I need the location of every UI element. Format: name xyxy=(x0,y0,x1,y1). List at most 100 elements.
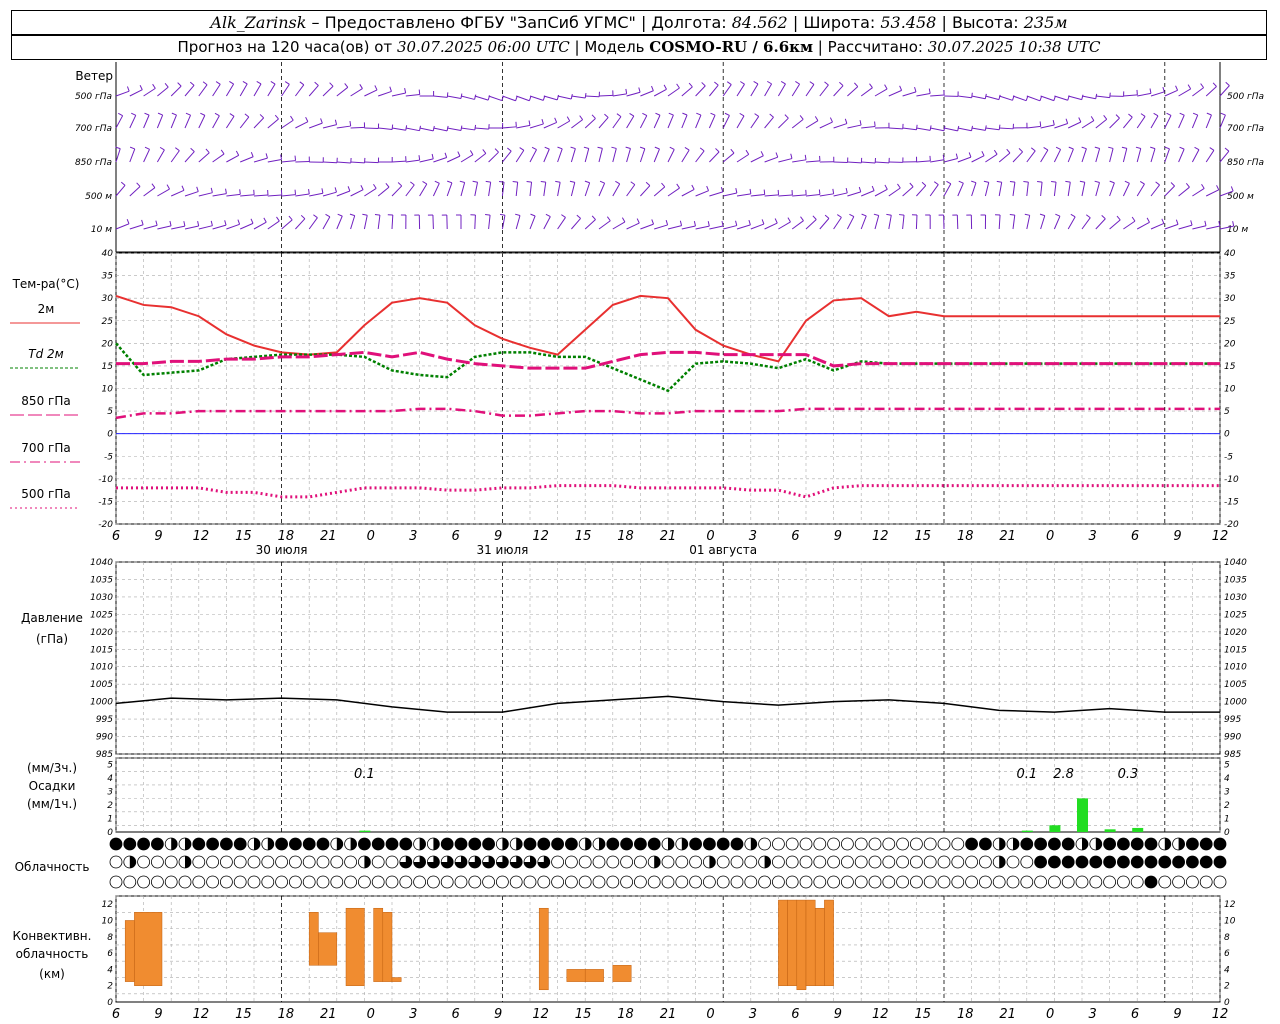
convective-bar xyxy=(778,899,788,986)
wind-barb-feather xyxy=(1124,180,1130,184)
cloud-circle-outline xyxy=(979,855,992,869)
cloud-fill xyxy=(441,838,454,850)
cloud-cover-circle xyxy=(385,875,399,889)
pressure-tick-left: 1030 xyxy=(90,593,113,603)
cloud-fill xyxy=(267,838,274,850)
cloud-fill xyxy=(468,838,481,850)
wind-barb-feather xyxy=(1065,180,1071,183)
wind-barb-feather xyxy=(337,213,343,217)
wind-barb-staff xyxy=(516,95,530,102)
wind-barb-feather xyxy=(570,146,576,150)
cloud-fill xyxy=(731,838,743,850)
cloud-cover-circle xyxy=(219,875,233,889)
wind-barb-staff xyxy=(364,187,377,197)
wind-barb-feather xyxy=(625,88,628,94)
wind-barb-staff xyxy=(1095,148,1101,163)
wind-barb-staff xyxy=(792,159,807,163)
wind-barb-feather xyxy=(239,189,241,195)
wind-barb-staff xyxy=(888,127,903,130)
wind-barb-feather xyxy=(869,83,873,88)
wind-barb-staff xyxy=(929,184,939,197)
wind-barb-feather xyxy=(1220,112,1226,116)
wind-barb-feather xyxy=(824,81,829,86)
cloud-cover-circle xyxy=(689,837,702,851)
cloud-cover-circle xyxy=(150,875,164,889)
wind-barb-feather xyxy=(693,220,696,227)
wind-barb-feather xyxy=(691,184,695,190)
temp-tick-right: 25 xyxy=(1224,317,1236,327)
cloud-circle-outline xyxy=(910,875,923,889)
cloud-circle-outline xyxy=(965,855,978,869)
wind-barb-staff xyxy=(984,182,990,197)
cloud-fill xyxy=(336,838,343,850)
wind-barb-feather xyxy=(220,149,225,155)
wind-barb-feather xyxy=(597,146,603,149)
conv-tick-right: 6 xyxy=(1224,949,1230,959)
cloud-cover-circle xyxy=(1048,875,1061,889)
cloud-cover-circle xyxy=(482,875,496,889)
cloud-circle-outline xyxy=(1020,855,1034,869)
cloud-cover-circle xyxy=(371,855,385,869)
wind-barb-staff xyxy=(681,225,696,230)
wind-barb-staff xyxy=(1136,116,1146,129)
cloud-cover-circle xyxy=(330,837,344,851)
wind-barb-staff xyxy=(1205,114,1212,129)
wind-barb-feather xyxy=(120,181,126,186)
wind-barb-staff xyxy=(212,193,227,197)
cloud-cover-circle xyxy=(634,875,647,889)
wind-barb-staff xyxy=(433,95,448,98)
precip-bar xyxy=(1132,827,1144,832)
wind-level-label-left: 500 гПа xyxy=(75,92,112,102)
cloud-cover-circle xyxy=(675,837,689,851)
cloud-cover-circle xyxy=(716,837,730,851)
cloud-cover-circle xyxy=(178,875,192,889)
cloud-circle-outline xyxy=(164,875,178,889)
wind-barb-feather xyxy=(152,83,156,89)
cloud-cover-circle xyxy=(647,855,661,869)
cloud-circle-outline xyxy=(634,855,647,869)
wind-barb-staff xyxy=(267,118,279,129)
cloud-cover-circle xyxy=(813,837,827,851)
wind-barb-staff xyxy=(819,84,829,97)
cloud-fill xyxy=(1048,838,1061,850)
wind-barb-staff xyxy=(1164,148,1170,163)
wind-barb-staff xyxy=(239,83,248,97)
wind-barb-staff xyxy=(833,217,842,230)
wind-level-label-right: 500 гПа xyxy=(1227,92,1264,102)
wind-barb-feather xyxy=(499,181,505,183)
temp-tick-right: 35 xyxy=(1224,272,1236,282)
cloud-cover-circle xyxy=(896,855,909,869)
wind-barb-feather xyxy=(334,119,338,125)
wind-barb-feather xyxy=(651,85,654,91)
cloud-cover-circle xyxy=(440,875,454,889)
cloud-cover-circle xyxy=(426,855,440,869)
wind-barb-feather xyxy=(515,213,521,217)
cloud-circle-outline xyxy=(965,875,978,889)
cloud-circle-outline xyxy=(758,875,771,889)
conv-tick-right: 10 xyxy=(1224,916,1236,926)
wind-barb-feather xyxy=(696,112,702,116)
x-tick-label: 0 xyxy=(706,1007,714,1022)
wind-barb-staff xyxy=(1081,148,1087,163)
wind-barb-staff xyxy=(640,90,654,97)
wind-barb-feather xyxy=(998,94,1001,100)
temp-legend-label: 700 гПа xyxy=(21,441,70,455)
cloud-circle-outline xyxy=(799,875,813,889)
wind-barb-feather xyxy=(958,180,964,184)
cloud-cover-circle xyxy=(937,837,951,851)
wind-barb-feather xyxy=(1039,121,1042,127)
wind-barb-feather xyxy=(699,147,705,152)
wind-barb-staff xyxy=(419,158,434,163)
cloud-circle-outline xyxy=(1172,875,1185,889)
wind-barb-staff xyxy=(626,148,631,163)
cloud-circle-outline xyxy=(385,875,399,889)
conv-title: Конвективн. xyxy=(13,929,92,943)
wind-barb-feather xyxy=(1146,217,1150,223)
conv-tick-right: 8 xyxy=(1224,933,1230,943)
wind-barb-feather xyxy=(136,182,141,187)
wind-barb-staff xyxy=(115,115,124,129)
wind-barb-feather xyxy=(663,84,667,90)
date-label: 31 июля xyxy=(476,543,528,557)
cloud-cover-circle xyxy=(992,855,1006,869)
wind-barb-staff xyxy=(1205,189,1219,197)
